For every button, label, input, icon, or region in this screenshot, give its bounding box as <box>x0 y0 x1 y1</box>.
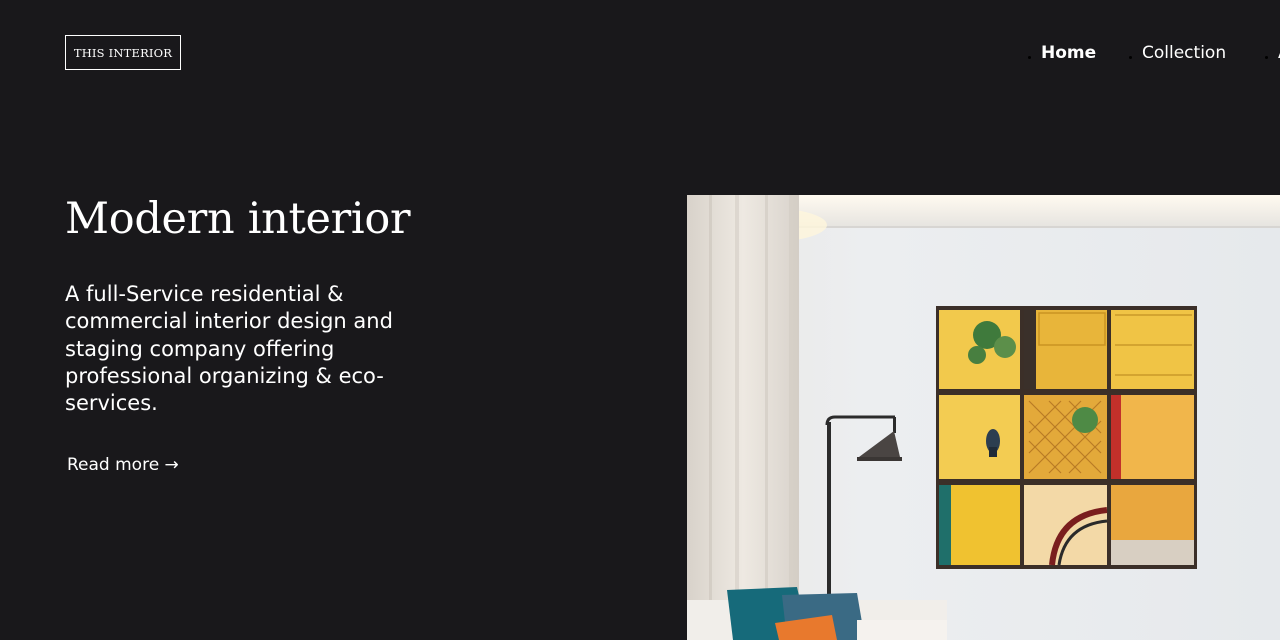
nav-item-label: Collection <box>1142 43 1227 63</box>
read-more-link[interactable]: Read more → <box>67 455 179 475</box>
nav-item-label: Home <box>1041 43 1097 63</box>
hero-description: A full-Service residential & commercial … <box>65 282 393 416</box>
page: THIS INTERIOR Home Collection A Modern i… <box>0 0 1280 640</box>
nav-bullet-icon <box>1028 55 1031 59</box>
hero-title: Modern interior <box>65 194 411 244</box>
hero-image <box>687 195 1280 640</box>
nav-bullet-icon <box>1265 55 1268 59</box>
logo[interactable]: THIS INTERIOR <box>65 35 181 70</box>
nav-bullet-icon <box>1129 55 1132 59</box>
nav-item-home[interactable]: Home <box>1028 40 1096 66</box>
nav-item-about[interactable]: A <box>1265 40 1280 66</box>
nav-item-collection[interactable]: Collection <box>1129 40 1226 66</box>
